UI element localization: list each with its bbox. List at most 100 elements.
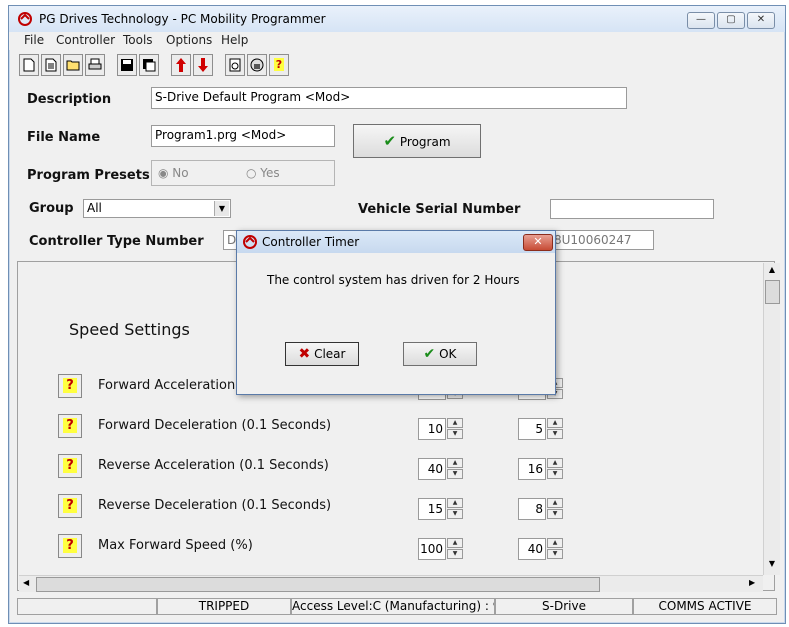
- reverse-decel-stepper-1[interactable]: 15 ▲ ▼: [418, 498, 464, 520]
- title-bar: PG Drives Technology - PC Mobility Progr…: [9, 6, 785, 32]
- dialog-close-button[interactable]: ✕: [523, 234, 553, 251]
- check-icon: ✔: [423, 346, 436, 362]
- max-forward-speed-stepper-1[interactable]: 100 ▲ ▼: [418, 538, 464, 560]
- group-label: Group: [29, 201, 74, 216]
- close-button[interactable]: ✕: [747, 12, 775, 29]
- window-title: PG Drives Technology - PC Mobility Progr…: [39, 12, 326, 26]
- setting-label-reverse-decel: Reverse Deceleration (0.1 Seconds): [98, 498, 332, 513]
- app-logo-icon: [243, 235, 257, 249]
- reverse-accel-stepper-2[interactable]: 16 ▲ ▼: [518, 458, 564, 480]
- program-button[interactable]: ✔ Program: [353, 124, 481, 158]
- setting-label-forward-decel: Forward Deceleration (0.1 Seconds): [98, 418, 332, 433]
- minimize-button[interactable]: —: [687, 12, 715, 29]
- help-button-reverse-decel[interactable]: ?: [58, 494, 82, 518]
- app-logo-icon: [18, 12, 32, 26]
- horizontal-scrollbar[interactable]: ◀ ▶: [19, 575, 763, 592]
- spin-down-icon[interactable]: ▼: [547, 549, 563, 559]
- vehicle-serial-input[interactable]: [550, 199, 714, 219]
- program-button-label: Program: [399, 135, 451, 149]
- dialog-title-bar: Controller Timer ✕: [237, 231, 555, 253]
- spin-down-icon[interactable]: ▼: [447, 549, 463, 559]
- menu-controller[interactable]: Controller: [56, 33, 115, 47]
- status-comms: COMMS ACTIVE: [633, 598, 777, 615]
- upload-arrow-icon[interactable]: [171, 54, 191, 76]
- new-file-icon[interactable]: [19, 54, 39, 76]
- setting-label-max-forward-speed: Max Forward Speed (%): [98, 538, 253, 553]
- presets-label: Program Presets: [27, 168, 150, 183]
- spin-up-icon[interactable]: ▲: [547, 418, 563, 428]
- menu-tools[interactable]: Tools: [123, 33, 153, 47]
- scroll-up-icon[interactable]: ▲: [765, 265, 779, 277]
- menu-bar: File Controller Tools Options Help: [9, 32, 775, 50]
- check-icon: ✔: [383, 132, 397, 150]
- save-icon[interactable]: [117, 54, 137, 76]
- group-select[interactable]: All ▼: [83, 199, 231, 218]
- open-folder-icon[interactable]: [63, 54, 83, 76]
- vehicle-serial-label: Vehicle Serial Number: [358, 202, 521, 217]
- description-input[interactable]: S-Drive Default Program <Mod>: [151, 87, 627, 109]
- dialog-message: The control system has driven for 2 Hour…: [267, 273, 520, 287]
- status-tripped: TRIPPED: [157, 598, 291, 615]
- help-button-max-forward-speed[interactable]: ?: [58, 534, 82, 558]
- spin-up-icon[interactable]: ▲: [447, 458, 463, 468]
- spin-down-icon[interactable]: ▼: [447, 469, 463, 479]
- menu-options[interactable]: Options: [166, 33, 212, 47]
- description-label: Description: [27, 92, 112, 107]
- controller-type-label: Controller Type Number: [29, 234, 204, 249]
- print-icon[interactable]: [85, 54, 105, 76]
- filename-input[interactable]: Program1.prg <Mod>: [151, 125, 335, 147]
- scroll-thumb-horizontal[interactable]: [36, 577, 600, 592]
- scroll-thumb[interactable]: [765, 280, 780, 304]
- dialog-title: Controller Timer: [262, 235, 360, 249]
- new-doc-icon[interactable]: [41, 54, 61, 76]
- preset-yes-radio[interactable]: ○ Yes: [246, 166, 280, 180]
- spin-down-icon[interactable]: ▼: [447, 429, 463, 439]
- chevron-down-icon[interactable]: ▼: [214, 201, 229, 216]
- spin-up-icon[interactable]: ▲: [547, 538, 563, 548]
- timer-icon[interactable]: [225, 54, 245, 76]
- spin-up-icon[interactable]: ▲: [447, 498, 463, 508]
- forward-decel-stepper-2[interactable]: 5 ▲ ▼: [518, 418, 564, 440]
- ok-button-label: OK: [439, 347, 457, 361]
- status-cell-blank: [17, 598, 157, 615]
- setting-label-reverse-accel: Reverse Acceleration (0.1 Seconds): [98, 458, 329, 473]
- scroll-left-icon[interactable]: ◀: [23, 578, 29, 587]
- controller-timer-dialog: Controller Timer ✕ The control system ha…: [236, 230, 556, 395]
- spin-up-icon[interactable]: ▲: [447, 538, 463, 548]
- save-all-icon[interactable]: [139, 54, 159, 76]
- controller-serial-input: 8U10060247: [550, 230, 654, 250]
- spin-down-icon[interactable]: ▼: [547, 509, 563, 519]
- maximize-button[interactable]: ▢: [717, 12, 745, 29]
- help-button-forward-accel[interactable]: ?: [58, 374, 82, 398]
- menu-file[interactable]: File: [24, 33, 44, 47]
- status-access-level: Access Level:C (Manufacturing) : 9.3.3: [291, 598, 495, 615]
- vertical-scrollbar[interactable]: ▲ ▼: [763, 263, 780, 575]
- preset-no-radio[interactable]: ◉ No: [158, 166, 189, 180]
- x-icon: ✖: [298, 346, 311, 362]
- help-button-forward-decel[interactable]: ?: [58, 414, 82, 438]
- status-product: S-Drive: [495, 598, 633, 615]
- scroll-down-icon[interactable]: ▼: [765, 559, 779, 571]
- scroll-right-icon[interactable]: ▶: [749, 578, 755, 587]
- spin-up-icon[interactable]: ▲: [547, 498, 563, 508]
- spin-up-icon[interactable]: ▲: [547, 458, 563, 468]
- clear-button-label: Clear: [314, 347, 346, 361]
- lock-icon[interactable]: [247, 54, 267, 76]
- ok-button[interactable]: ✔ OK: [403, 342, 477, 366]
- presets-group: ◉ No ○ Yes: [151, 160, 335, 186]
- max-forward-speed-stepper-2[interactable]: 40 ▲ ▼: [518, 538, 564, 560]
- section-title: Speed Settings: [69, 320, 190, 339]
- help-button-reverse-accel[interactable]: ?: [58, 454, 82, 478]
- clear-button[interactable]: ✖ Clear: [285, 342, 359, 366]
- download-arrow-icon[interactable]: [193, 54, 213, 76]
- spin-down-icon[interactable]: ▼: [547, 429, 563, 439]
- spin-down-icon[interactable]: ▼: [547, 469, 563, 479]
- reverse-decel-stepper-2[interactable]: 8 ▲ ▼: [518, 498, 564, 520]
- filename-label: File Name: [27, 130, 101, 145]
- menu-help[interactable]: Help: [221, 33, 248, 47]
- help-icon[interactable]: ?: [269, 54, 289, 76]
- spin-down-icon[interactable]: ▼: [447, 509, 463, 519]
- spin-up-icon[interactable]: ▲: [447, 418, 463, 428]
- reverse-accel-stepper-1[interactable]: 40 ▲ ▼: [418, 458, 464, 480]
- forward-decel-stepper-1[interactable]: 10 ▲ ▼: [418, 418, 464, 440]
